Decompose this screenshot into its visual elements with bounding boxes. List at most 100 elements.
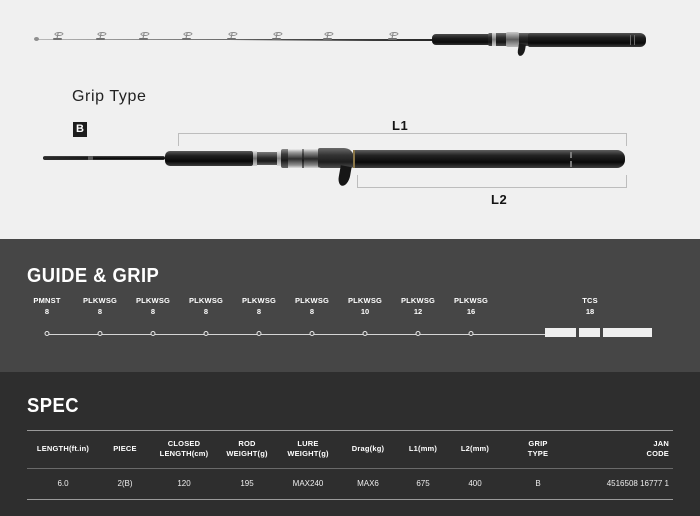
spec-table-row: 6.0 2(B) 120 195 MAX240 MAX6 675 400 B 4516508 16… (27, 468, 673, 500)
guide-position-dot (150, 331, 156, 336)
butt-marking (570, 161, 572, 167)
fore-grip (165, 151, 253, 166)
guide-position-dot (44, 331, 50, 336)
guide-section-title: GUIDE & GRIP (27, 265, 160, 287)
guide-code-label: PLKWSG (241, 296, 277, 305)
guide-foot-icon (388, 38, 397, 40)
guide-code-label: PMNST (33, 296, 61, 305)
guide-spec-item: PLKWSG 10 (348, 295, 382, 318)
trigger-grip-icon (517, 43, 526, 57)
guide-code-label: PLKWSG (82, 296, 118, 305)
spec-col-length: LENGTH(ft.in) (27, 430, 99, 469)
rod-blank-butt-section (230, 39, 435, 41)
spec-cell-drag: MAX6 (339, 468, 397, 500)
guide-code-label: PLKWSG (347, 296, 383, 305)
spec-cell-lure-weight: MAX240 (277, 468, 339, 500)
butt-marking (630, 35, 631, 45)
guide-foot-icon (227, 38, 236, 40)
rear-grip (528, 33, 646, 47)
spec-col-drag: Drag(kg) (339, 430, 397, 469)
spec-col-closed-length: CLOSED LENGTH(cm) (151, 430, 217, 469)
guide-spec-item: PLKWSG 12 (401, 295, 435, 318)
guide-spec-item: PLKWSG 8 (295, 295, 329, 318)
grip-segment-bar (579, 328, 600, 337)
guide-size-label: 16 (466, 307, 476, 316)
guide-spec-item: PMNST 8 (33, 295, 60, 318)
guide-size-label: 8 (97, 307, 103, 316)
rod-tip-top-guide-icon (34, 37, 39, 41)
guide-code-label: PLKWSG (400, 296, 436, 305)
guide-size-label: 8 (150, 307, 156, 316)
guide-foot-icon (272, 38, 281, 40)
grip-segment-bar (603, 328, 652, 337)
trigger-grip-icon (337, 165, 352, 187)
guide-position-dot (309, 331, 315, 336)
dimension-label-l2: L2 (491, 192, 508, 207)
guide-position-dot (256, 331, 262, 336)
guide-foot-icon (53, 38, 62, 40)
guide-position-dot (203, 331, 209, 336)
rod-illustration-panel: Grip Type B L1 L2 (0, 0, 700, 239)
spec-section: SPEC LENGTH(ft.in) PIECE CLOSED LENGTH(cm… (0, 372, 700, 516)
guide-spec-item: PLKWSG 8 (136, 295, 170, 318)
spec-cell-jan-code: 4516508 16777 1 (575, 468, 673, 500)
grip-type-badge: B (73, 122, 87, 137)
rear-grip (353, 150, 625, 168)
reel-seat-nut (304, 149, 318, 168)
spec-col-jan-code: JAN CODE (575, 430, 673, 469)
spec-cell-grip-type: B (501, 468, 575, 500)
reel-seat-nut (506, 32, 519, 47)
grip-type-heading: Grip Type (72, 88, 147, 105)
full-rod-illustration (0, 22, 700, 58)
guide-size-label: 8 (309, 307, 315, 316)
spec-col-grip-type: GRIP TYPE (501, 430, 575, 469)
guide-code-label: PLKWSG (453, 296, 489, 305)
butt-marking (570, 152, 572, 158)
guide-spec-item: TCS 18 (582, 295, 598, 318)
guide-size-label: 8 (203, 307, 209, 316)
guide-position-dot (362, 331, 368, 336)
spec-table-body: 6.0 2(B) 120 195 MAX240 MAX6 675 400 B 4516508 16… (27, 468, 673, 500)
guide-code-label: PLKWSG (188, 296, 224, 305)
guide-foot-icon (96, 38, 105, 40)
spec-cell-l1: 675 (397, 468, 449, 500)
guide-size-label: 18 (585, 307, 595, 316)
guide-foot-icon (139, 38, 148, 40)
product-spec-page: Grip Type B L1 L2 GUIDE & GRIP PMNST 8 P… (0, 0, 700, 516)
reel-seat-nut (288, 149, 302, 168)
grip-segment-bar (545, 328, 576, 337)
guide-position-dot (97, 331, 103, 336)
spec-cell-length: 6.0 (27, 468, 99, 500)
guide-code-label: PLKWSG (294, 296, 330, 305)
spec-col-l2: L2(mm) (449, 430, 501, 469)
fore-grip (432, 34, 490, 45)
spec-col-lure-weight: LURE WEIGHT(g) (277, 430, 339, 469)
spec-col-rod-weight: ROD WEIGHT(g) (217, 430, 277, 469)
rod-blank-taper (43, 157, 91, 159)
spec-cell-piece: 2(B) (99, 468, 151, 500)
spec-section-title: SPEC (27, 395, 79, 417)
spec-cell-l2: 400 (449, 468, 501, 500)
spec-table-header-row: LENGTH(ft.in) PIECE CLOSED LENGTH(cm) ROD… (27, 430, 673, 469)
dimension-bracket-l2 (357, 175, 627, 188)
guide-spec-item: PLKWSG 16 (454, 295, 488, 318)
rod-joint-ferrule (88, 156, 93, 160)
guide-size-label: 12 (413, 307, 423, 316)
guide-spec-item: PLKWSG 8 (242, 295, 276, 318)
spec-table: LENGTH(ft.in) PIECE CLOSED LENGTH(cm) ROD… (27, 430, 673, 500)
guide-position-dot (468, 331, 474, 336)
guide-foot-icon (182, 38, 191, 40)
spec-col-l1: L1(mm) (397, 430, 449, 469)
grip-accent-ring (353, 150, 355, 168)
guide-position-dot (415, 331, 421, 336)
guide-spec-item: PLKWSG 8 (189, 295, 223, 318)
reel-seat-ring (492, 33, 496, 46)
guide-spec-item: PLKWSG 8 (83, 295, 117, 318)
guide-code-label: TCS (582, 296, 598, 305)
guide-size-label: 8 (256, 307, 262, 316)
spec-col-piece: PIECE (99, 430, 151, 469)
guide-size-label: 8 (44, 307, 50, 316)
spec-cell-rod-weight: 195 (217, 468, 277, 500)
dimension-label-l1: L1 (392, 118, 409, 133)
guide-size-label: 10 (360, 307, 370, 316)
